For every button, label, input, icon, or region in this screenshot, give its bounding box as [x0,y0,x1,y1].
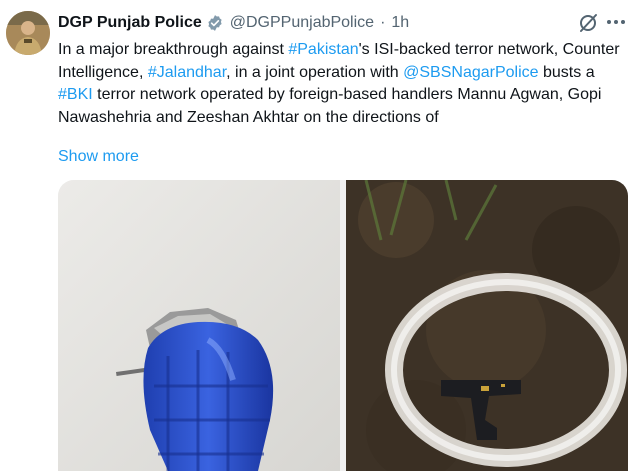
author-handle[interactable]: @DGPPunjabPolice [230,14,374,32]
more-options-icon[interactable] [604,10,628,34]
mention-sbsnagarpolice[interactable]: @SBSNagarPolice [403,64,538,81]
verified-badge-icon[interactable] [206,14,224,32]
tweet-text: In a major breakthrough against #Pakista… [58,39,624,129]
hashtag-pakistan[interactable]: #Pakistan [288,41,358,58]
header-separator: · [380,14,386,31]
tweet-text-part: busts a [538,63,595,81]
photo-grenade[interactable] [58,180,340,471]
tweet-text-part: In a major breakthrough against [58,41,289,58]
photo-pistol-in-chalk-circle[interactable] [346,180,628,471]
tweet-text-part: , in a joint operation with [226,63,404,81]
profile-avatar[interactable] [6,11,50,55]
tweet-text-part: terror network operated by foreign-based… [58,86,602,126]
media-grid [58,180,628,471]
tweet-time[interactable]: 1h [391,14,409,32]
author-name[interactable]: DGP Punjab Police [58,14,202,32]
hashtag-jalandhar[interactable]: #Jalandhar [148,64,226,81]
hashtag-bki[interactable]: #BKI [58,86,93,103]
show-more-link[interactable]: Show more [58,146,139,168]
grok-icon[interactable] [576,11,600,35]
tweet-header: DGP Punjab Police @DGPPunjabPolice · 1h [58,12,409,34]
